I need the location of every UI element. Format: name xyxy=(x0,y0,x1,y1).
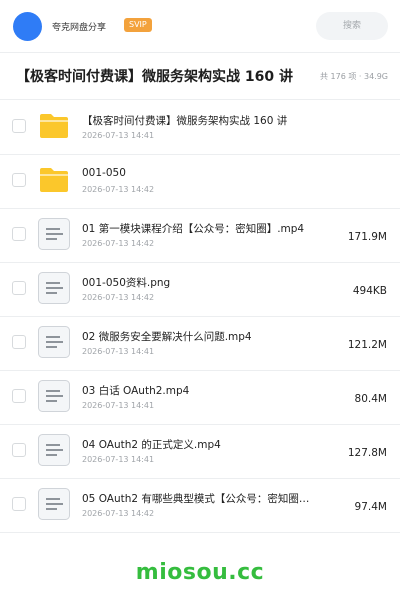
search-button[interactable]: 搜索 xyxy=(316,12,388,40)
page-title: 【极客时间付费课】微服务架构实战 160 讲 xyxy=(16,69,293,85)
file-date: 2026-07-13 14:42 xyxy=(82,293,155,302)
watermark-text: miosou.cc xyxy=(135,560,265,585)
file-date: 2026-07-13 14:42 xyxy=(82,185,155,194)
avatar[interactable] xyxy=(13,12,42,41)
file-row[interactable]: 02 微服务安全要解决什么问题.mp4 2026-07-13 14:41 121.2… xyxy=(0,317,400,371)
file-list: 【极客时间付费课】微服务架构实战 160 讲 2026-07-13 14:41 00… xyxy=(0,101,400,533)
select-checkbox[interactable] xyxy=(12,227,26,241)
folder-row[interactable]: 【极客时间付费课】微服务架构实战 160 讲 2026-07-13 14:41 xyxy=(0,101,400,155)
top-bar: 夸克网盘分享 SVIP 搜索 xyxy=(0,0,400,52)
folder-icon xyxy=(38,110,70,142)
file-date: 2026-07-13 14:41 xyxy=(82,347,155,356)
share-title-bar: 【极客时间付费课】微服务架构实战 160 讲 共 176 项 · 34.9G xyxy=(0,52,400,100)
file-name: 001-050 xyxy=(82,167,126,179)
file-date: 2026-07-13 14:41 xyxy=(82,401,155,410)
file-size: 171.9M xyxy=(347,231,387,243)
file-date: 2026-07-13 14:42 xyxy=(82,509,155,518)
folder-icon xyxy=(38,164,70,196)
sharer-name: 夸克网盘分享 xyxy=(52,23,107,33)
file-size: 80.4M xyxy=(354,393,387,405)
file-row[interactable]: 05 OAuth2 有哪些典型模式【公众号：密知圈… 2026-07-13 14:… xyxy=(0,479,400,533)
folder-row[interactable]: 001-050 2026-07-13 14:42 xyxy=(0,155,400,209)
file-row[interactable]: 04 OAuth2 的正式定义.mp4 2026-07-13 14:41 127.8… xyxy=(0,425,400,479)
file-date: 2026-07-13 14:41 xyxy=(82,455,155,464)
file-date: 2026-07-13 14:41 xyxy=(82,131,155,140)
file-name: 【极客时间付费课】微服务架构实战 160 讲 xyxy=(82,115,288,127)
document-icon xyxy=(38,434,70,466)
file-row[interactable]: 01 第一模块课程介绍【公众号：密知圈】.mp4 2026-07-13 14:42… xyxy=(0,209,400,263)
select-checkbox[interactable] xyxy=(12,119,26,133)
document-icon xyxy=(38,326,70,358)
file-size: 121.2M xyxy=(347,339,387,351)
document-icon xyxy=(38,272,70,304)
select-checkbox[interactable] xyxy=(12,389,26,403)
select-checkbox[interactable] xyxy=(12,443,26,457)
file-name: 02 微服务安全要解决什么问题.mp4 xyxy=(82,331,252,343)
file-row[interactable]: 03 白话 OAuth2.mp4 2026-07-13 14:41 80.4M xyxy=(0,371,400,425)
file-name: 03 白话 OAuth2.mp4 xyxy=(82,385,190,397)
file-name: 04 OAuth2 的正式定义.mp4 xyxy=(82,439,221,451)
file-name: 05 OAuth2 有哪些典型模式【公众号：密知圈… xyxy=(82,493,310,505)
select-checkbox[interactable] xyxy=(12,173,26,187)
share-summary: 共 176 项 · 34.9G xyxy=(320,72,388,81)
file-date: 2026-07-13 14:42 xyxy=(82,239,155,248)
document-icon xyxy=(38,380,70,412)
file-size: 494KB xyxy=(352,285,387,297)
file-row[interactable]: 001-050资料.png 2026-07-13 14:42 494KB xyxy=(0,263,400,317)
file-name: 01 第一模块课程介绍【公众号：密知圈】.mp4 xyxy=(82,223,305,235)
file-size: 127.8M xyxy=(347,447,387,459)
svip-badge: SVIP xyxy=(124,18,152,32)
file-name: 001-050资料.png xyxy=(82,277,171,289)
document-icon xyxy=(38,488,70,520)
select-checkbox[interactable] xyxy=(12,497,26,511)
select-checkbox[interactable] xyxy=(12,281,26,295)
file-size: 97.4M xyxy=(354,501,387,513)
select-checkbox[interactable] xyxy=(12,335,26,349)
document-icon xyxy=(38,218,70,250)
